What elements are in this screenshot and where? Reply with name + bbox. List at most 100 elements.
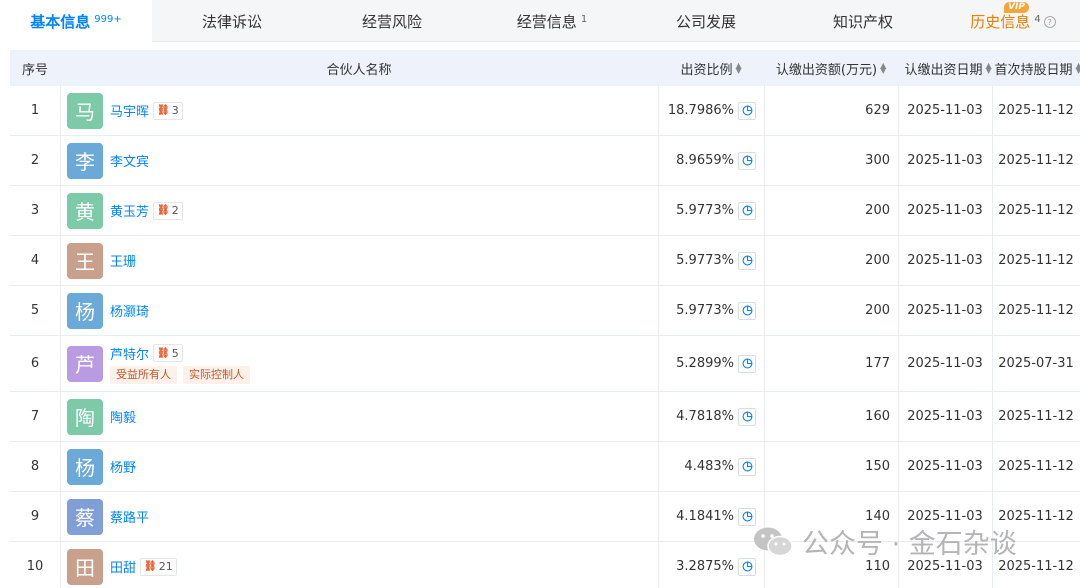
sort-icon[interactable]: ▲ ▼ — [1076, 62, 1080, 75]
ratio-cell: 8.9659% — [658, 136, 764, 185]
partner-name-line: 杨野 — [110, 457, 136, 476]
tab-label: 公司发展 — [675, 12, 736, 31]
relation-count-badge[interactable]: ⛓ 2 — [153, 201, 183, 220]
subscribe-date-cell: 2025-11-03 — [907, 303, 983, 318]
partner-name-link[interactable]: 王珊 — [110, 251, 136, 270]
pie-chart-icon[interactable] — [738, 251, 756, 270]
table-body: 1 马马宇晖 ⛓ 3 18.7986% 629 2025-11-03 2025-11-12 2 李… — [10, 86, 1080, 588]
amount-cell: 200 — [865, 203, 890, 218]
partner-cell: 芦芦特尔 ⛓ 5 受益所有人 实际控制人 — [60, 336, 658, 391]
amount-cell: 160 — [865, 409, 890, 424]
row-index: 3 — [30, 203, 40, 218]
partner-info: 马宇晖 ⛓ 3 — [110, 101, 183, 120]
partner-name-line: 李文宾 — [110, 151, 149, 170]
partner-name-link[interactable]: 芦特尔 — [110, 344, 149, 363]
role-tag: 实际控制人 — [183, 365, 250, 384]
header-ratio[interactable]: 出资比例 ▲ ▼ — [658, 50, 764, 86]
table-row: 4 王王珊 5.9773% 200 2025-11-03 2025-11-12 — [10, 236, 1080, 286]
partner-info: 杨灏琦 — [110, 301, 149, 320]
ratio-value: 5.9773% — [676, 203, 734, 218]
partner-name-link[interactable]: 陶毅 — [110, 407, 136, 426]
pie-chart-glyph — [742, 255, 752, 266]
header-subscribe-date[interactable]: 认缴出资日期 ▲ ▼ — [898, 50, 998, 86]
pie-chart-glyph — [742, 411, 752, 422]
first-hold-date-cell: 2025-11-12 — [998, 103, 1074, 118]
amount-cell: 200 — [865, 253, 890, 268]
avatar[interactable]: 芦 — [67, 345, 103, 382]
partner-name-link[interactable]: 田甜 — [110, 557, 136, 576]
partner-name-link[interactable]: 李文宾 — [110, 151, 149, 170]
ratio-cell: 5.9773% — [658, 286, 764, 335]
partner-cell: 蔡蔡路平 — [60, 492, 658, 541]
avatar[interactable]: 黄 — [67, 192, 103, 229]
avatar[interactable]: 杨 — [67, 292, 103, 329]
partner-name-link[interactable]: 黄玉芳 — [110, 201, 149, 220]
vip-badge: VIP — [1004, 2, 1029, 13]
header-amount[interactable]: 认缴出资额(万元) ▲ ▼ — [764, 50, 898, 86]
header-name: 合伙人名称 — [326, 62, 392, 78]
relation-count-badge[interactable]: ⛓ 5 — [153, 344, 183, 362]
partner-cell: 杨杨灏琦 — [60, 286, 658, 335]
tab-count: 999+ — [94, 14, 122, 25]
sort-icon[interactable]: ▲ ▼ — [986, 62, 992, 75]
pie-chart-icon[interactable] — [738, 457, 756, 476]
relation-count-badge[interactable]: ⛓ 21 — [140, 557, 177, 576]
tab-basic-info[interactable]: 基本信息 999+ — [0, 0, 152, 43]
tab-label: 基本信息 — [30, 13, 91, 31]
subscribe-date-cell: 2025-11-03 — [907, 356, 983, 371]
avatar[interactable]: 王 — [67, 242, 103, 279]
tab-development[interactable]: 公司发展 — [632, 0, 780, 42]
row-index: 8 — [30, 459, 40, 474]
help-icon[interactable]: ? — [1043, 16, 1056, 28]
pie-chart-glyph — [742, 358, 752, 369]
partner-name-link[interactable]: 蔡路平 — [110, 507, 149, 526]
ratio-value: 4.1841% — [676, 509, 734, 524]
partner-name-link[interactable]: 杨野 — [110, 457, 136, 476]
subscribe-date-cell: 2025-11-03 — [907, 203, 983, 218]
row-index: 5 — [30, 303, 40, 318]
pie-chart-icon[interactable] — [738, 201, 756, 220]
ratio-cell: 5.9773% — [658, 236, 764, 285]
pie-chart-glyph — [742, 461, 752, 472]
tab-ip[interactable]: 知识产权 — [780, 0, 946, 42]
ratio-cell: 3.2875% — [658, 542, 764, 588]
pie-chart-icon[interactable] — [738, 101, 756, 120]
first-hold-date-cell: 2025-11-12 — [998, 303, 1074, 318]
tab-label: 知识产权 — [832, 12, 893, 31]
avatar[interactable]: 杨 — [67, 448, 103, 485]
tab-history[interactable]: 历史信息 4 ? VIP — [946, 0, 1080, 42]
pie-chart-icon[interactable] — [738, 151, 756, 170]
partner-name-link[interactable]: 杨灏琦 — [110, 301, 149, 320]
tab-risk[interactable]: 经营风险 — [312, 0, 472, 42]
sort-icon[interactable]: ▲ ▼ — [880, 62, 886, 75]
header-ratio-label: 出资比例 — [680, 62, 733, 78]
subscribe-date-cell: 2025-11-03 — [907, 409, 983, 424]
relation-icon: ⛓ — [144, 561, 157, 572]
relation-count-badge[interactable]: ⛓ 3 — [153, 101, 183, 120]
avatar[interactable]: 马 — [67, 92, 103, 129]
sort-icon[interactable]: ▲ ▼ — [736, 62, 742, 75]
ratio-value: 4.7818% — [676, 409, 734, 424]
amount-cell: 150 — [865, 459, 890, 474]
table-row: 3 黄黄玉芳 ⛓ 2 5.9773% 200 2025-11-03 2025-11-12 — [10, 186, 1080, 236]
partner-info: 黄玉芳 ⛓ 2 — [110, 201, 183, 220]
avatar[interactable]: 蔡 — [67, 498, 103, 535]
tab-business-info[interactable]: 经营信息 1 — [472, 0, 632, 42]
pie-chart-icon[interactable] — [738, 407, 756, 426]
header-index: 序号 — [21, 62, 48, 78]
avatar[interactable]: 田 — [67, 548, 103, 585]
ratio-value: 3.2875% — [676, 559, 734, 574]
tab-legal[interactable]: 法律诉讼 — [152, 0, 312, 42]
pie-chart-icon[interactable] — [738, 354, 756, 373]
header-first-hold-date[interactable]: 首次持股日期 ▲ ▼ — [995, 50, 1080, 86]
partner-name-line: 田甜 ⛓ 21 — [110, 557, 177, 576]
avatar[interactable]: 李 — [67, 142, 103, 179]
pie-chart-glyph — [742, 105, 752, 116]
partner-name-link[interactable]: 马宇晖 — [110, 101, 149, 120]
table-header: 序号 合伙人名称 出资比例 ▲ ▼ 认缴出资额(万元) ▲ ▼ 认缴出资日期 ▲ ▼ … — [10, 50, 1080, 86]
pie-chart-icon[interactable] — [738, 301, 756, 320]
ratio-value: 18.7986% — [667, 103, 734, 118]
tab-label: 经营风险 — [361, 12, 422, 31]
row-index: 2 — [30, 153, 40, 168]
avatar[interactable]: 陶 — [67, 398, 103, 435]
